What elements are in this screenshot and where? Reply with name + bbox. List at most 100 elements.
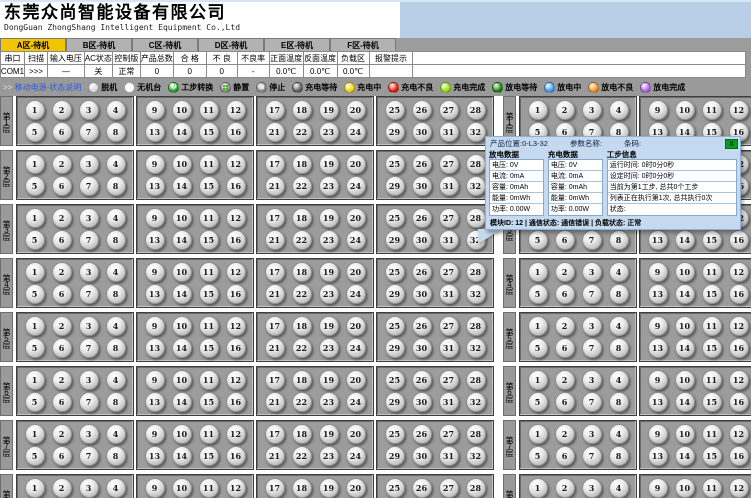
cell-circle[interactable]: 32 (466, 284, 486, 304)
cell-circle[interactable]: 8 (106, 230, 126, 250)
cell-circle[interactable]: 1 (528, 424, 548, 444)
cell-circle[interactable]: 4 (106, 208, 126, 228)
cell-circle[interactable]: 11 (199, 370, 219, 390)
cell-circle[interactable]: 5 (25, 122, 45, 142)
cell-circle[interactable]: 14 (172, 284, 192, 304)
cell-circle[interactable]: 27 (439, 262, 459, 282)
cell-circle[interactable]: 27 (439, 100, 459, 120)
cell-circle[interactable]: 4 (106, 100, 126, 120)
cell-circle[interactable]: 9 (648, 262, 668, 282)
cell-circle[interactable]: 16 (226, 230, 246, 250)
cell-circle[interactable]: 11 (199, 478, 219, 498)
cell-circle[interactable]: 18 (292, 478, 312, 498)
cell-circle[interactable]: 13 (145, 338, 165, 358)
cell-circle[interactable]: 2 (52, 478, 72, 498)
cell-circle[interactable]: 17 (265, 100, 285, 120)
cell-circle[interactable]: 31 (439, 392, 459, 412)
cell-circle[interactable]: 24 (346, 284, 366, 304)
status-col-value-1[interactable]: >>> (25, 65, 48, 78)
cell-circle[interactable]: 2 (555, 100, 575, 120)
cell-circle[interactable]: 15 (702, 446, 722, 466)
cell-circle[interactable]: 22 (292, 338, 312, 358)
cell-circle[interactable]: 9 (145, 208, 165, 228)
cell-circle[interactable]: 30 (412, 446, 432, 466)
cell-circle[interactable]: 11 (702, 262, 722, 282)
cell-circle[interactable]: 24 (346, 122, 366, 142)
cell-circle[interactable]: 13 (145, 392, 165, 412)
cell-circle[interactable]: 15 (199, 284, 219, 304)
cell-circle[interactable]: 9 (145, 424, 165, 444)
cell-circle[interactable]: 19 (319, 316, 339, 336)
cell-circle[interactable]: 11 (199, 100, 219, 120)
cell-circle[interactable]: 16 (729, 230, 749, 250)
cell-circle[interactable]: 25 (385, 316, 405, 336)
cell-circle[interactable]: 12 (226, 478, 246, 498)
cell-circle[interactable]: 16 (729, 392, 749, 412)
cell-circle[interactable]: 13 (648, 284, 668, 304)
cell-circle[interactable]: 6 (52, 446, 72, 466)
cell-circle[interactable]: 9 (648, 478, 668, 498)
cell-circle[interactable]: 8 (106, 176, 126, 196)
cell-circle[interactable]: 14 (172, 446, 192, 466)
cell-circle[interactable]: 6 (555, 392, 575, 412)
cell-circle[interactable]: 11 (702, 478, 722, 498)
cell-circle[interactable]: 31 (439, 284, 459, 304)
cell-circle[interactable]: 14 (675, 446, 695, 466)
cell-circle[interactable]: 15 (702, 392, 722, 412)
cell-circle[interactable]: 29 (385, 338, 405, 358)
cell-circle[interactable]: 23 (319, 338, 339, 358)
cell-circle[interactable]: 3 (79, 478, 99, 498)
cell-circle[interactable]: 20 (346, 262, 366, 282)
cell-circle[interactable]: 29 (385, 122, 405, 142)
cell-circle[interactable]: 21 (265, 122, 285, 142)
tab-zone-1[interactable]: B区-待机 (66, 38, 132, 51)
cell-circle[interactable]: 15 (702, 230, 722, 250)
cell-circle[interactable]: 12 (226, 154, 246, 174)
cell-circle[interactable]: 2 (52, 424, 72, 444)
cell-circle[interactable]: 2 (555, 370, 575, 390)
cell-circle[interactable]: 17 (265, 154, 285, 174)
cell-circle[interactable]: 8 (106, 338, 126, 358)
cell-circle[interactable]: 20 (346, 100, 366, 120)
cell-circle[interactable]: 4 (106, 154, 126, 174)
cell-circle[interactable]: 10 (172, 370, 192, 390)
cell-circle[interactable]: 3 (79, 424, 99, 444)
cell-circle[interactable]: 12 (729, 370, 749, 390)
cell-circle[interactable]: 20 (346, 370, 366, 390)
cell-circle[interactable]: 30 (412, 284, 432, 304)
cell-circle[interactable]: 26 (412, 424, 432, 444)
cell-circle[interactable]: 11 (702, 316, 722, 336)
cell-circle[interactable]: 28 (466, 316, 486, 336)
cell-circle[interactable]: 29 (385, 446, 405, 466)
cell-circle[interactable]: 18 (292, 370, 312, 390)
cell-circle[interactable]: 31 (439, 338, 459, 358)
cell-circle[interactable]: 25 (385, 478, 405, 498)
cell-circle[interactable]: 6 (52, 338, 72, 358)
cell-circle[interactable]: 6 (555, 338, 575, 358)
cell-circle[interactable]: 9 (145, 478, 165, 498)
cell-circle[interactable]: 1 (25, 208, 45, 228)
cell-circle[interactable]: 5 (25, 392, 45, 412)
cell-circle[interactable]: 28 (466, 478, 486, 498)
cell-circle[interactable]: 5 (528, 284, 548, 304)
cell-circle[interactable]: 1 (25, 262, 45, 282)
cell-circle[interactable]: 29 (385, 392, 405, 412)
cell-circle[interactable]: 1 (25, 424, 45, 444)
cell-circle[interactable]: 4 (106, 424, 126, 444)
cell-circle[interactable]: 6 (52, 230, 72, 250)
cell-circle[interactable]: 5 (528, 392, 548, 412)
cell-circle[interactable]: 9 (145, 262, 165, 282)
cell-circle[interactable]: 23 (319, 392, 339, 412)
cell-circle[interactable]: 7 (79, 392, 99, 412)
cell-circle[interactable]: 16 (729, 284, 749, 304)
cell-circle[interactable]: 23 (319, 446, 339, 466)
cell-circle[interactable]: 19 (319, 262, 339, 282)
cell-circle[interactable]: 15 (199, 446, 219, 466)
cell-circle[interactable]: 25 (385, 154, 405, 174)
cell-circle[interactable]: 17 (265, 478, 285, 498)
cell-circle[interactable]: 13 (145, 176, 165, 196)
cell-circle[interactable]: 13 (648, 446, 668, 466)
cell-circle[interactable]: 26 (412, 154, 432, 174)
cell-circle[interactable]: 32 (466, 446, 486, 466)
cell-circle[interactable]: 20 (346, 208, 366, 228)
